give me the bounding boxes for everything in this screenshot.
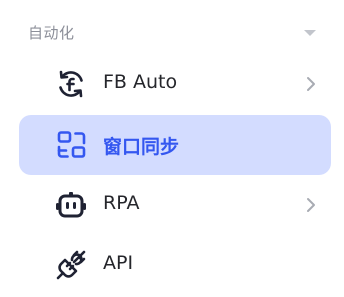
robot-icon: [55, 189, 87, 221]
chevron-right-icon: [302, 196, 320, 214]
sidebar-menu: 自动化 FB Auto 窗口同步 RPA API: [0, 0, 344, 297]
menu-item-window-sync[interactable]: 窗口同步: [19, 115, 331, 175]
chevron-right-icon: [302, 75, 320, 93]
plug-connector-icon: [55, 249, 87, 281]
menu-item-label: RPA: [103, 192, 140, 214]
group-header-automation[interactable]: 自动化: [0, 16, 344, 50]
menu-item-label: FB Auto: [103, 71, 178, 93]
menu-item-fb-auto[interactable]: FB Auto: [19, 54, 331, 114]
window-sync-icon: [55, 129, 87, 161]
facebook-sync-icon: [55, 68, 87, 100]
menu-item-label: 窗口同步: [103, 136, 180, 158]
menu-item-api[interactable]: API: [19, 235, 331, 295]
menu-item-label: API: [103, 252, 134, 274]
menu-item-rpa[interactable]: RPA: [19, 175, 331, 235]
group-title: 自动化: [28, 24, 75, 42]
caret-down-icon: [304, 30, 316, 36]
